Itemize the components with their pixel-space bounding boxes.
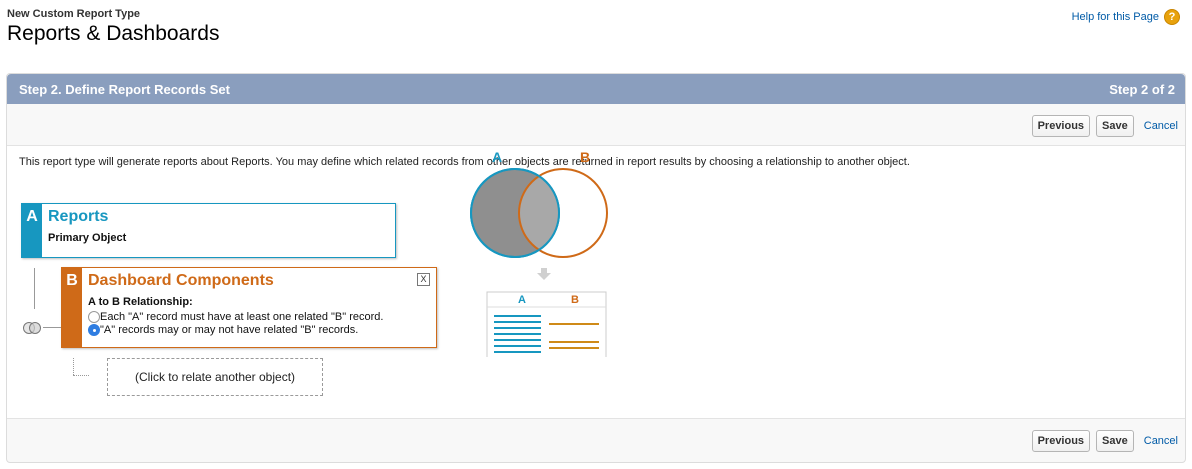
- cancel-link-bottom[interactable]: Cancel: [1144, 435, 1178, 447]
- relationship-option-required[interactable]: Each "A" record must have at least one r…: [88, 311, 383, 323]
- object-a-letter: A: [22, 204, 42, 257]
- step-bar: Step 2. Define Report Records Set Step 2…: [7, 74, 1185, 104]
- venn-label-b: B: [580, 149, 590, 165]
- object-a-name: Reports: [48, 208, 109, 225]
- relationship-option-required-label: Each "A" record must have at least one r…: [100, 311, 384, 323]
- page-title: Reports & Dashboards: [7, 22, 220, 45]
- previous-button[interactable]: Previous: [1031, 115, 1091, 137]
- radio-required[interactable]: [88, 311, 100, 323]
- object-a-box: A Reports Primary Object: [21, 203, 396, 258]
- question-icon: ?: [1164, 9, 1180, 25]
- bottom-button-row: Previous Save Cancel: [1031, 430, 1178, 452]
- relationship-content: This report type will generate reports a…: [7, 145, 1185, 419]
- remove-object-b-button[interactable]: X: [417, 273, 430, 286]
- dotted-connector-horizontal: [73, 375, 89, 376]
- join-icon: [23, 322, 41, 334]
- object-b-name: Dashboard Components: [88, 272, 274, 289]
- help-link[interactable]: Help for this Page ?: [1072, 9, 1180, 25]
- object-b-letter: B: [62, 268, 82, 347]
- page-header: New Custom Report Type Reports & Dashboa…: [7, 8, 219, 46]
- venn-label-a: A: [492, 149, 502, 165]
- step-counter: Step 2 of 2: [1109, 81, 1175, 97]
- radio-optional[interactable]: [88, 324, 100, 336]
- help-link-label: Help for this Page: [1071, 11, 1159, 23]
- page-subtitle: New Custom Report Type: [7, 8, 141, 20]
- venn-diagram: A B A B: [470, 149, 608, 357]
- object-b-box: B Dashboard Components A to B Relationsh…: [61, 267, 437, 348]
- relationship-option-optional-label: "A" records may or may not have related …: [100, 324, 359, 336]
- cancel-link[interactable]: Cancel: [1144, 120, 1178, 132]
- object-a-subtitle: Primary Object: [48, 232, 127, 244]
- report-records-panel: Step 2. Define Report Records Set Step 2…: [6, 73, 1186, 463]
- tree-connector-horizontal: [43, 327, 61, 328]
- relationship-label: A to B Relationship:: [88, 296, 193, 308]
- step-title: Step 2. Define Report Records Set: [19, 81, 230, 97]
- tree-connector-vertical: [34, 268, 35, 309]
- top-button-row: Previous Save Cancel: [1031, 115, 1178, 137]
- save-button[interactable]: Save: [1096, 115, 1134, 137]
- down-arrow-icon: [537, 268, 551, 280]
- relationship-option-optional[interactable]: "A" records may or may not have related …: [88, 324, 383, 336]
- previous-button-bottom[interactable]: Previous: [1031, 430, 1091, 452]
- save-button-bottom[interactable]: Save: [1096, 430, 1134, 452]
- relate-another-object[interactable]: (Click to relate another object): [107, 358, 323, 396]
- table-label-b: B: [571, 294, 579, 306]
- table-label-a: A: [518, 294, 526, 306]
- dotted-connector-vertical: [73, 358, 74, 375]
